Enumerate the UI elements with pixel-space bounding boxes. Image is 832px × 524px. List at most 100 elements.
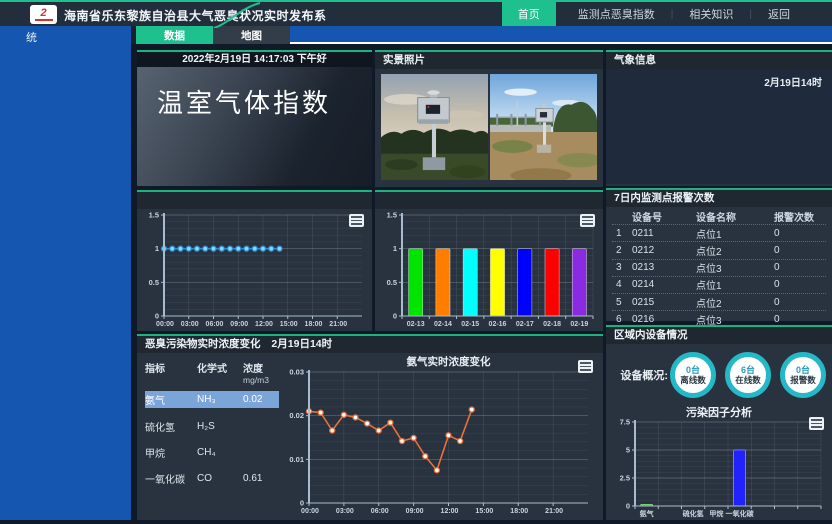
svg-text:21:00: 21:00 xyxy=(545,508,563,515)
svg-text:02-13: 02-13 xyxy=(407,321,425,328)
ammonia-concentration-chart: 00.010.020.0300:0003:0006:0009:0012:0015… xyxy=(283,354,595,516)
nav-item-home[interactable]: 首页 xyxy=(502,2,556,26)
pollutant-row[interactable]: 甲烷CH₄ xyxy=(145,445,279,460)
column-header: 设备号 xyxy=(632,209,696,224)
svg-text:09:00: 09:00 xyxy=(406,508,424,515)
pollutant-row[interactable]: 硫化氢H₂S xyxy=(145,419,279,434)
pollutant-row[interactable]: 一氧化碳CO0.61 xyxy=(145,471,279,486)
svg-text:00:00: 00:00 xyxy=(156,321,174,328)
svg-text:02-19: 02-19 xyxy=(570,321,588,328)
daily-index-bar-chart: 00.511.502-1302-1402-1502-1602-1702-1802… xyxy=(376,208,600,329)
alarm-header: 7日内监测点报警次数 xyxy=(606,190,832,207)
alarm-table-header-row: 设备号 设备名称 报警次数 xyxy=(612,208,826,225)
nav-item-odor-index[interactable]: 监测点恶臭指数 xyxy=(562,6,671,22)
photos-panel: 实景照片 xyxy=(375,50,603,187)
svg-text:0.01: 0.01 xyxy=(289,455,304,464)
table-cell: CO xyxy=(197,473,243,484)
weather-panel: 气象信息 2月19日14时 xyxy=(606,50,832,186)
svg-text:09:00: 09:00 xyxy=(230,321,248,328)
alarm-table-body: 10211点位1020212点位2030213点位3040214点位105021… xyxy=(612,225,826,328)
alarm-table: 设备号 设备名称 报警次数 10211点位1020212点位2030213点位3… xyxy=(606,207,832,328)
table-cell: 甲烷 xyxy=(145,445,197,460)
daily-bars-panel: 00.511.502-1302-1402-1502-1602-1702-1802… xyxy=(375,190,603,331)
table-cell: 3 xyxy=(612,262,632,273)
column-header: 指标 xyxy=(145,360,197,375)
column-header: 设备名称 xyxy=(696,209,774,224)
tab-data[interactable]: 数据 xyxy=(136,26,213,44)
greenhouse-chart-panel: 00.511.500:0003:0006:0009:0012:0015:0018… xyxy=(137,190,372,331)
odor-header: 恶臭污染物实时浓度变化 2月19日14时 xyxy=(137,336,603,353)
odor-header-date: 2月19日14时 xyxy=(271,338,332,350)
svg-text:15:00: 15:00 xyxy=(280,321,298,328)
pollutant-row[interactable]: 氨气NH₃0.02 xyxy=(145,391,279,408)
table-cell: 硫化氢 xyxy=(145,419,197,434)
pollutant-table: 指标 化学式 浓度 mg/m3 氨气NH₃0.02硫化氢H₂S甲烷CH₄一氧化碳… xyxy=(145,360,279,486)
table-cell: 点位2 xyxy=(696,295,774,310)
site-photo-2 xyxy=(490,74,597,180)
badge-label: 离线数 xyxy=(680,375,706,385)
tab-map[interactable]: 地图 xyxy=(213,26,290,44)
table-cell: CH₄ xyxy=(197,447,243,458)
datetime-text: 2022年2月19日 14:17:03 下午好 xyxy=(137,52,372,67)
svg-text:2.5: 2.5 xyxy=(620,474,630,483)
svg-text:02-18: 02-18 xyxy=(543,321,561,328)
site-photo-1 xyxy=(381,74,488,180)
svg-text:06:00: 06:00 xyxy=(371,508,389,515)
table-cell: 点位3 xyxy=(696,260,774,275)
device-badges: 0台 离线数 6台 在线数 0台 报警数 xyxy=(670,352,826,398)
badge-label: 在线数 xyxy=(735,375,761,385)
svg-text:5: 5 xyxy=(626,446,630,455)
table-cell: 0 xyxy=(774,279,826,290)
svg-text:氨气实时浓度变化: 氨气实时浓度变化 xyxy=(407,355,491,368)
table-cell: 点位2 xyxy=(696,243,774,258)
svg-text:18:00: 18:00 xyxy=(305,321,323,328)
chart-menu-icon[interactable] xyxy=(580,214,595,227)
photos-header: 实景照片 xyxy=(375,52,603,69)
table-cell: 6 xyxy=(612,314,632,325)
nav-item-knowledge[interactable]: 相关知识 xyxy=(673,6,749,22)
chart-menu-icon[interactable] xyxy=(809,417,824,430)
odor-header-title: 恶臭污染物实时浓度变化 xyxy=(145,338,261,350)
svg-text:0.03: 0.03 xyxy=(289,368,304,377)
table-row: 40214点位10 xyxy=(612,277,826,294)
svg-text:0.5: 0.5 xyxy=(149,278,159,287)
table-cell: 0 xyxy=(774,262,826,273)
badge-count: 0台 xyxy=(686,365,700,375)
svg-text:02-17: 02-17 xyxy=(516,321,534,328)
svg-text:1: 1 xyxy=(393,244,397,253)
chart-menu-icon[interactable] xyxy=(349,214,364,227)
sidebar-item-system[interactable]: 统 xyxy=(26,29,37,45)
offline-count-badge: 0台 离线数 xyxy=(670,352,716,398)
svg-text:0: 0 xyxy=(300,499,304,508)
greenhouse-index-chart: 00.511.500:0003:0006:0009:0012:0015:0018… xyxy=(138,208,369,329)
daily-bars-header xyxy=(375,192,603,209)
svg-text:21:00: 21:00 xyxy=(329,321,347,328)
svg-text:一氧化碳: 一氧化碳 xyxy=(726,509,755,518)
svg-text:甲烷: 甲烷 xyxy=(709,509,723,518)
table-cell: 0 xyxy=(774,245,826,256)
online-count-badge: 6台 在线数 xyxy=(725,352,771,398)
nav-item-back[interactable]: 返回 xyxy=(752,6,806,22)
svg-text:0: 0 xyxy=(626,502,630,511)
svg-text:03:00: 03:00 xyxy=(336,508,354,515)
page-title: 温室气体指数 xyxy=(157,83,372,120)
pollutant-table-body: 氨气NH₃0.02 硫化氢H₂S 甲烷CH₄ 一氧化碳CO0.61 xyxy=(145,391,279,486)
pollutant-table-header-row: 指标 化学式 浓度 xyxy=(145,360,279,375)
table-cell: NH₃ xyxy=(197,394,243,405)
svg-text:氨气: 氨气 xyxy=(640,509,654,518)
alarm-count-badge: 0台 报警数 xyxy=(780,352,826,398)
table-row: 20212点位20 xyxy=(612,242,826,259)
svg-text:1.5: 1.5 xyxy=(387,211,397,220)
table-cell: 1 xyxy=(612,228,632,239)
svg-text:12:00: 12:00 xyxy=(255,321,273,328)
greenhouse-chart-header xyxy=(137,192,372,209)
app-title: 海南省乐东黎族自治县大气恶臭状况实时发布系 xyxy=(64,7,327,24)
table-cell: 0 xyxy=(774,314,826,325)
chart-menu-icon[interactable] xyxy=(578,360,593,373)
logo-subtext xyxy=(35,19,53,21)
weather-date: 2月19日14时 xyxy=(606,69,832,89)
svg-text:硫化氢: 硫化氢 xyxy=(683,509,704,518)
photos-container xyxy=(375,69,603,185)
table-cell: 0212 xyxy=(632,245,696,256)
svg-text:1.5: 1.5 xyxy=(149,211,159,220)
